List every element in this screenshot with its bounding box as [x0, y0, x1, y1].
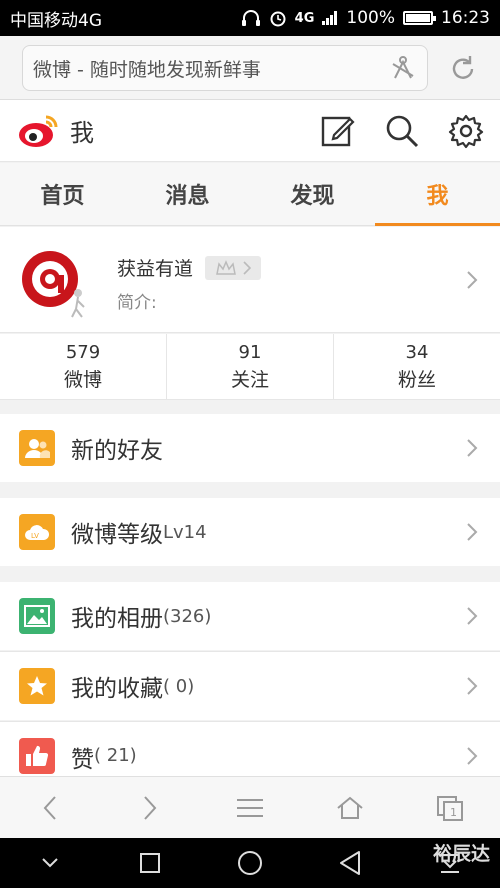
back-triangle-icon[interactable]: [330, 843, 370, 883]
mode-toggle-icon[interactable]: [389, 54, 417, 82]
stat-value: 579: [65, 341, 101, 363]
crown-icon: [216, 259, 236, 275]
album-count: (326): [163, 605, 212, 627]
star-icon: [19, 668, 55, 704]
battery-percent: 100%: [346, 8, 395, 28]
stat-label: 微博: [63, 368, 102, 391]
weibo-logo-icon: [19, 115, 58, 147]
svg-text:1: 1: [450, 806, 457, 819]
tab-discover[interactable]: 发现: [250, 163, 375, 225]
status-bar: 中国移动4G 4G 100% 16:23: [0, 0, 500, 36]
menu-item-favorites[interactable]: 我的收藏 ( 0): [0, 652, 500, 720]
watermark: 裕辰达: [432, 843, 490, 865]
chevron-right-icon: [467, 523, 478, 541]
stat-label: 粉丝: [397, 368, 436, 391]
level-cloud-icon: LV: [19, 514, 55, 550]
network-type: 4G: [294, 10, 315, 26]
menu-item-album[interactable]: 我的相册 (326): [0, 582, 500, 650]
main-tabs: 首页 消息 发现 我: [0, 163, 500, 226]
profile-name-row: 获益有道: [117, 254, 262, 281]
reload-icon[interactable]: [446, 52, 480, 86]
stat-posts[interactable]: 579 微博: [0, 334, 167, 399]
menu-item-new-friends[interactable]: 新的好友: [0, 414, 500, 482]
battery-icon: [403, 11, 436, 25]
settings-gear-icon[interactable]: [448, 113, 484, 149]
profile-card[interactable]: 获益有道 简介:: [0, 227, 500, 333]
home-icon[interactable]: [330, 788, 370, 828]
tabs-icon[interactable]: 1: [430, 788, 470, 828]
back-icon[interactable]: [30, 788, 70, 828]
svg-text:LV: LV: [31, 532, 39, 540]
browser-address-bar: 微博 - 随时随地发现新鲜事: [0, 36, 500, 100]
menu-label: 新的好友: [71, 438, 163, 464]
likes-count: ( 21): [94, 745, 137, 766]
status-icons: 4G 100% 16:23: [241, 8, 490, 28]
profile-stats: 579 微博 91 关注 34 粉丝: [0, 334, 500, 400]
system-nav-bar: [0, 838, 500, 888]
chevron-right-icon: [467, 747, 478, 765]
tab-me[interactable]: 我: [375, 163, 500, 226]
clock: 16:23: [441, 8, 490, 28]
stat-value: 34: [405, 341, 429, 363]
menu-icon[interactable]: [230, 788, 270, 828]
stat-following[interactable]: 91 关注: [167, 334, 334, 399]
thumbs-up-icon: [19, 738, 55, 774]
menu-label: 我的收藏: [71, 676, 163, 702]
chevron-right-icon: [467, 439, 478, 457]
carrier-label: 中国移动4G: [10, 10, 102, 31]
album-image-icon: [19, 598, 55, 634]
stat-label: 关注: [230, 368, 269, 391]
collapse-icon[interactable]: [30, 843, 70, 883]
recents-square-icon[interactable]: [130, 843, 170, 883]
app-header: 我: [0, 100, 500, 162]
vip-badge[interactable]: [205, 255, 262, 280]
menu-item-likes[interactable]: 赞 ( 21): [0, 722, 500, 776]
profile-bio: 简介:: [117, 293, 157, 313]
headphones-icon: [241, 10, 260, 26]
menu-label: 赞: [71, 747, 94, 773]
forward-icon[interactable]: [130, 788, 170, 828]
profile-name: 获益有道: [117, 258, 194, 280]
stat-followers[interactable]: 34 粉丝: [334, 334, 500, 399]
level-value: Lv14: [163, 521, 207, 543]
chevron-right-icon: [243, 260, 252, 275]
page-title-text: 微博 - 随时随地发现新鲜事: [33, 58, 261, 81]
signal-icon: [322, 11, 338, 25]
favorites-count: ( 0): [163, 675, 195, 697]
avatar[interactable]: [18, 245, 92, 319]
menu-label: 微博等级: [71, 522, 163, 548]
stat-value: 91: [238, 341, 262, 363]
tab-home[interactable]: 首页: [0, 163, 125, 225]
app-title: 我: [70, 119, 94, 147]
url-field[interactable]: 微博 - 随时随地发现新鲜事: [22, 45, 428, 91]
new-friends-icon: [19, 430, 55, 466]
alarm-icon: [270, 11, 286, 27]
menu-item-weibo-level[interactable]: LV 微博等级 Lv14: [0, 498, 500, 566]
menu-label: 我的相册: [71, 606, 163, 632]
chevron-right-icon: [467, 677, 478, 695]
compose-icon[interactable]: [320, 113, 356, 149]
chevron-right-icon: [467, 607, 478, 625]
chevron-right-icon: [467, 271, 478, 289]
search-icon[interactable]: [384, 113, 420, 149]
browser-toolbar: 1: [0, 776, 500, 838]
home-circle-icon[interactable]: [230, 843, 270, 883]
tab-messages[interactable]: 消息: [125, 163, 250, 225]
